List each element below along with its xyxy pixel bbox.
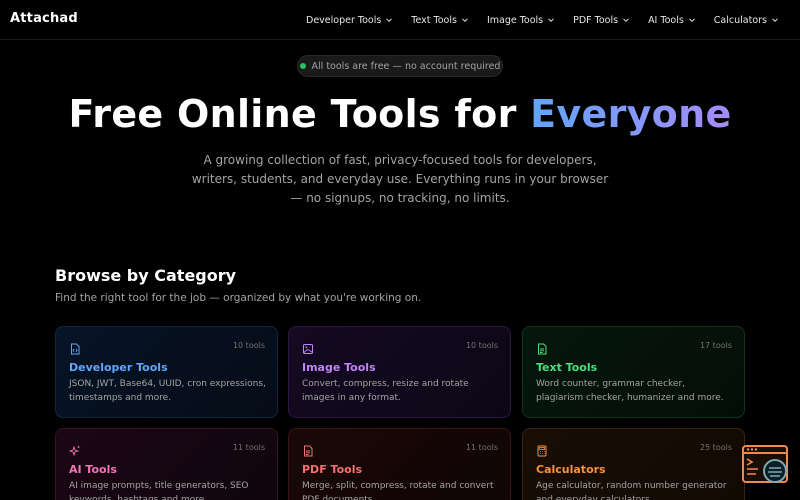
nav-pdf-tools[interactable]: PDF Tools bbox=[564, 15, 639, 26]
floating-widget-icon[interactable] bbox=[742, 444, 792, 488]
tool-count: 10 tools bbox=[465, 341, 498, 350]
code-file-icon bbox=[69, 340, 81, 355]
chevron-down-icon bbox=[385, 16, 393, 24]
category-description: Merge, split, compress, rotate and conve… bbox=[302, 481, 494, 500]
chevron-down-icon bbox=[688, 16, 696, 24]
hero-title: Free Online Tools for Everyone bbox=[0, 92, 800, 136]
section-subtitle: Find the right tool for the job — organi… bbox=[55, 292, 422, 304]
nav-menu: Developer Tools Text Tools Image Tools P… bbox=[297, 0, 788, 40]
category-card-image-tools[interactable]: 10 tools Image Tools Convert, compress, … bbox=[288, 326, 511, 418]
nav-label: Developer Tools bbox=[306, 14, 382, 26]
tool-count: 11 tools bbox=[465, 443, 498, 452]
hero-title-main: Free Online Tools for bbox=[68, 92, 531, 136]
nav-text-tools[interactable]: Text Tools bbox=[402, 15, 478, 26]
nav-image-tools[interactable]: Image Tools bbox=[478, 15, 564, 26]
calculator-icon bbox=[536, 442, 548, 457]
category-card-calculators[interactable]: 25 tools Calculators Age calculator, ran… bbox=[522, 428, 745, 500]
chevron-down-icon bbox=[547, 16, 555, 24]
nav-label: Calculators bbox=[713, 14, 767, 26]
chevron-down-icon bbox=[622, 16, 630, 24]
section-title: Browse by Category bbox=[55, 266, 237, 285]
hero-title-accent: Everyone bbox=[530, 92, 732, 136]
nav-label: AI Tools bbox=[648, 14, 684, 26]
category-title: AI Tools bbox=[69, 463, 117, 476]
pdf-file-icon bbox=[302, 442, 314, 457]
category-description: JSON, JWT, Base64, UUID, cron expression… bbox=[69, 379, 266, 403]
tool-count: 25 tools bbox=[699, 443, 732, 452]
category-title: Text Tools bbox=[536, 361, 598, 374]
chevron-down-icon bbox=[461, 16, 469, 24]
badge-text: All tools are free — no account required bbox=[311, 60, 501, 72]
category-description: AI image prompts, title generators, SEO … bbox=[69, 481, 249, 500]
category-title: Image Tools bbox=[302, 361, 376, 374]
tool-count: 11 tools bbox=[232, 443, 265, 452]
free-badge: All tools are free — no account required bbox=[297, 55, 503, 77]
hero-subtitle: A growing collection of fast, privacy-fo… bbox=[191, 153, 609, 205]
category-title: PDF Tools bbox=[302, 463, 363, 476]
category-card-developer-tools[interactable]: 10 tools Developer Tools JSON, JWT, Base… bbox=[55, 326, 278, 418]
image-icon bbox=[302, 340, 314, 354]
text-file-icon bbox=[536, 340, 548, 355]
category-title: Developer Tools bbox=[69, 361, 168, 374]
tool-count: 10 tools bbox=[232, 341, 265, 350]
sparkles-icon bbox=[68, 442, 81, 457]
nav-label: Image Tools bbox=[486, 14, 544, 26]
nav-label: Text Tools bbox=[411, 14, 457, 26]
category-description: Age calculator, random number generator … bbox=[536, 481, 727, 500]
category-title: Calculators bbox=[536, 463, 606, 476]
brand-logo[interactable]: Attachad bbox=[10, 11, 78, 26]
category-card-ai-tools[interactable]: 11 tools AI Tools AI image prompts, titl… bbox=[55, 428, 278, 500]
nav-label: PDF Tools bbox=[573, 14, 619, 26]
status-dot-icon bbox=[299, 63, 306, 69]
category-description: Convert, compress, resize and rotate ima… bbox=[302, 379, 469, 403]
tool-count: 17 tools bbox=[699, 341, 732, 350]
category-card-pdf-tools[interactable]: 11 tools PDF Tools Merge, split, compres… bbox=[288, 428, 511, 500]
nav-calculators[interactable]: Calculators bbox=[705, 15, 788, 26]
category-card-text-tools[interactable]: 17 tools Text Tools Word counter, gramma… bbox=[522, 326, 745, 418]
top-navbar: Attachad Developer Tools Text Tools Imag… bbox=[0, 0, 800, 40]
nav-ai-tools[interactable]: AI Tools bbox=[639, 15, 705, 26]
nav-developer-tools[interactable]: Developer Tools bbox=[297, 15, 402, 26]
category-description: Word counter, grammar checker, plagiaris… bbox=[536, 379, 724, 403]
chevron-down-icon bbox=[771, 16, 779, 24]
